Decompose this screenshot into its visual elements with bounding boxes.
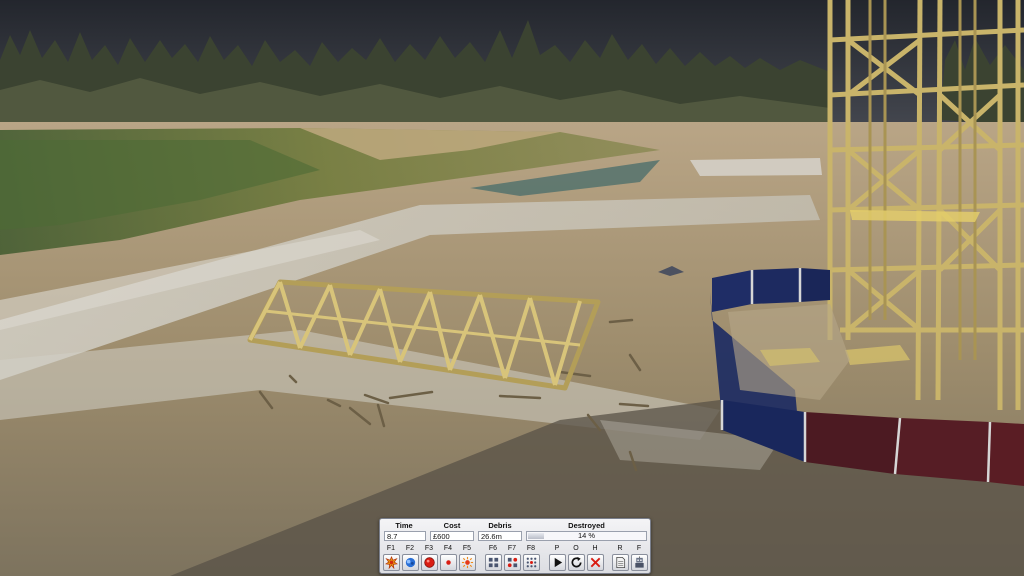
- demolition-hud: Time Cost Debris Destroyed 8.7 £600 26.6…: [379, 518, 651, 574]
- destroyed-progress-bar: 14 %: [526, 531, 647, 541]
- key-label-f3: F3: [424, 545, 434, 552]
- dotted-grid-icon: [526, 557, 537, 568]
- robot-button[interactable]: [631, 554, 648, 571]
- key-label-f2: F2: [405, 545, 415, 552]
- tool-f4-button[interactable]: [440, 554, 457, 571]
- key-label-o: O: [573, 545, 579, 552]
- key-label-f: F: [636, 545, 642, 552]
- robot-icon: [635, 556, 644, 568]
- grid-icon: [488, 557, 499, 568]
- tool-f7-button[interactable]: [504, 554, 521, 571]
- reset-icon: [571, 556, 582, 568]
- small-charge-icon: [446, 560, 451, 565]
- tool-f2-button[interactable]: [402, 554, 419, 571]
- red-dots-grid-icon: [507, 557, 518, 568]
- replay-file-button[interactable]: [612, 554, 629, 571]
- tool-f1-button[interactable]: [383, 554, 400, 571]
- debris-label: Debris: [488, 521, 512, 530]
- time-value: 8.7: [384, 531, 426, 541]
- debris-value: 26.6m: [478, 531, 522, 541]
- tool-f3-button[interactable]: [421, 554, 438, 571]
- key-label-f6: F6: [488, 545, 498, 552]
- tool-f6-button[interactable]: [485, 554, 502, 571]
- key-label-f8: F8: [526, 545, 536, 552]
- reset-button[interactable]: [568, 554, 585, 571]
- key-label-r: R: [617, 545, 623, 552]
- destroyed-value: 14 %: [577, 531, 596, 540]
- key-label-p: P: [554, 545, 560, 552]
- cost-label: Cost: [443, 521, 461, 530]
- cancel-icon: [590, 557, 601, 568]
- key-label-h: H: [592, 545, 598, 552]
- key-label-f7: F7: [507, 545, 517, 552]
- key-label-f4: F4: [443, 545, 453, 552]
- time-label: Time: [395, 521, 413, 530]
- destroyed-label: Destroyed: [568, 521, 605, 530]
- red-charge-icon: [424, 557, 435, 568]
- cost-value: £600: [430, 531, 474, 541]
- key-label-f5: F5: [462, 545, 472, 552]
- game-viewport: [0, 0, 1024, 576]
- tool-f5-button[interactable]: [459, 554, 476, 571]
- blue-blast-icon: [405, 557, 416, 568]
- cancel-button[interactable]: [587, 554, 604, 571]
- file-icon: [616, 557, 626, 568]
- explosion-icon: [385, 556, 398, 569]
- burst-icon: [461, 556, 474, 569]
- tool-f8-button[interactable]: [523, 554, 540, 571]
- play-button[interactable]: [549, 554, 566, 571]
- key-label-f1: F1: [386, 545, 396, 552]
- play-icon: [554, 557, 563, 568]
